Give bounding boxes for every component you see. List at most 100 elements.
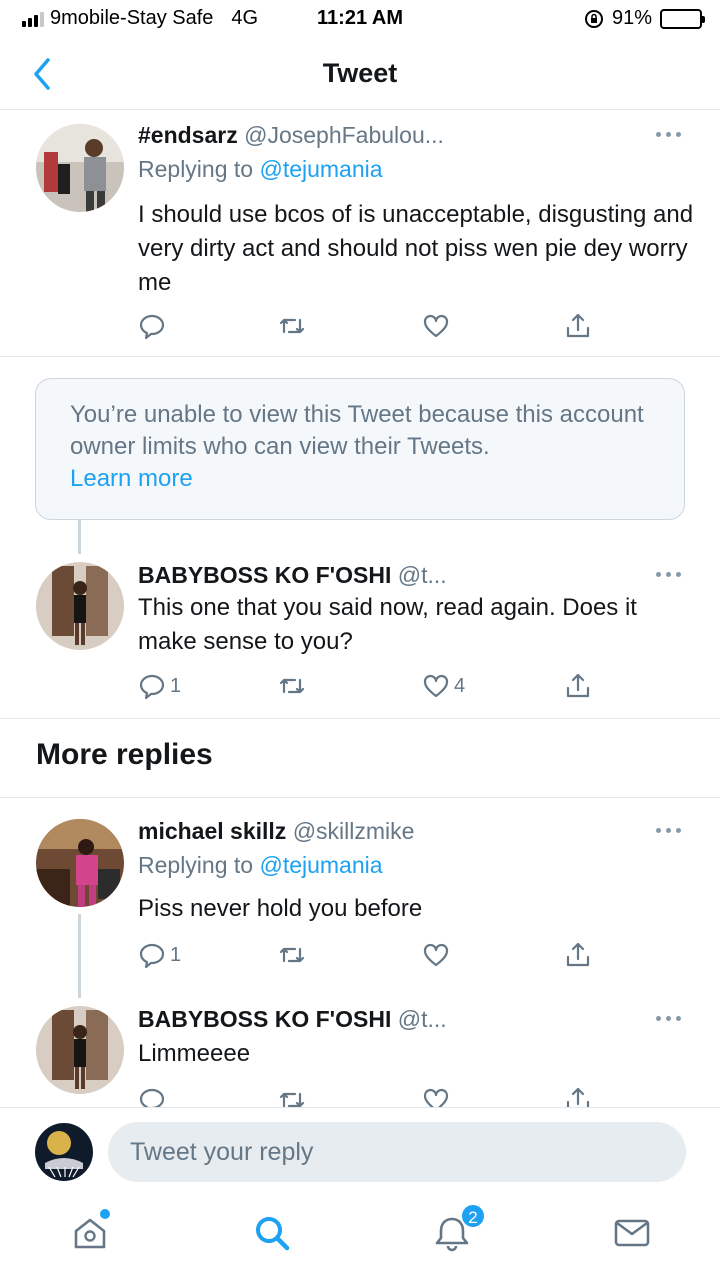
retweet-button[interactable] [278, 939, 306, 971]
tab-notifications[interactable]: 2 [432, 1203, 486, 1253]
reply-button[interactable]: 1 [138, 939, 181, 971]
share-button[interactable] [564, 939, 592, 971]
share-button[interactable] [564, 310, 592, 342]
heart-icon [423, 943, 449, 967]
tab-home[interactable] [70, 1209, 110, 1253]
reply-composer [0, 1107, 720, 1197]
reply-icon [139, 674, 165, 700]
author-handle[interactable]: @t... [398, 562, 447, 588]
home-icon [74, 1218, 106, 1249]
unavailable-tweet-notice: You’re unable to view this Tweet because… [35, 378, 685, 520]
thread-line [78, 520, 81, 554]
tweet-header: #endsarz @JosephFabulou... [138, 122, 444, 149]
retweet-icon [279, 318, 305, 334]
tab-search[interactable] [252, 1213, 292, 1253]
avatar[interactable] [36, 819, 124, 907]
tweet-card[interactable]: michael skillz @skillzmike Replying to @… [0, 798, 720, 998]
tweet-card[interactable]: BABYBOSS KO F'OSHI @t... Limmeeee [0, 1000, 720, 1107]
tab-bar: 2 [0, 1197, 720, 1280]
battery-icon [660, 8, 705, 29]
author-handle[interactable]: @t... [398, 1006, 447, 1032]
reply-button[interactable] [138, 310, 170, 342]
reply-icon [139, 314, 165, 340]
tweet-actions [138, 310, 598, 342]
status-bar: 9mobile-Stay Safe 4G 11:21 AM 91% [0, 0, 720, 40]
author-name[interactable]: michael skillz [138, 818, 286, 844]
author-handle[interactable]: @skillzmike [293, 818, 415, 844]
tweet-text: Piss never hold you before [138, 895, 423, 922]
more-options-icon[interactable] [656, 826, 684, 834]
like-button[interactable] [422, 1084, 450, 1107]
nav-header: Tweet [0, 40, 720, 110]
home-new-dot [100, 1209, 110, 1219]
author-name[interactable]: BABYBOSS KO F'OSHI [138, 562, 391, 588]
like-button[interactable] [422, 939, 450, 971]
avatar[interactable] [36, 124, 124, 212]
replying-to: Replying to @tejumania [138, 852, 383, 879]
reply-count: 1 [170, 674, 182, 697]
share-icon [566, 673, 590, 698]
notifications-badge: 2 [460, 1203, 486, 1229]
author-handle[interactable]: @JosephFabulou... [244, 122, 444, 148]
tweet-actions: 1 [138, 939, 598, 971]
heart-icon [423, 1088, 449, 1107]
divider [0, 356, 720, 357]
page-title: Tweet [322, 58, 398, 88]
tweet-header: BABYBOSS KO F'OSHI @t... [138, 562, 447, 589]
thread-line [78, 914, 81, 998]
more-options-icon[interactable] [656, 570, 684, 578]
retweet-button[interactable] [278, 670, 306, 702]
retweet-icon [279, 1092, 305, 1107]
like-button[interactable] [422, 310, 450, 342]
like-button[interactable]: 4 [422, 670, 465, 702]
retweet-button[interactable] [278, 1084, 306, 1107]
replying-to-link[interactable]: @tejumania [259, 852, 382, 878]
share-icon [566, 942, 590, 967]
search-icon [256, 1217, 290, 1251]
heart-icon [423, 674, 449, 698]
share-icon [566, 1087, 590, 1107]
tweet-card[interactable]: #endsarz @JosephFabulou... Replying to @… [0, 110, 720, 356]
more-options-icon[interactable] [656, 130, 684, 138]
replying-to: Replying to @tejumania [138, 156, 383, 183]
author-name[interactable]: BABYBOSS KO F'OSHI [138, 1006, 391, 1032]
heart-icon [423, 314, 449, 338]
tweet-text: Limmeeee [138, 1040, 251, 1067]
reply-input[interactable] [108, 1122, 686, 1182]
divider [0, 718, 720, 719]
battery-percent: 91% [611, 7, 652, 29]
messages-envelope-icon [614, 1219, 650, 1247]
learn-more-link[interactable]: Learn more [70, 465, 193, 492]
tab-messages[interactable] [612, 1213, 652, 1253]
tweet-card[interactable]: BABYBOSS KO F'OSHI @t... This one that y… [0, 556, 720, 718]
status-right: 91% [584, 7, 705, 30]
tweet-header: BABYBOSS KO F'OSHI @t... [138, 1006, 447, 1033]
tweet-text: I should use bcos of is unacceptable, di… [138, 201, 694, 296]
avatar[interactable] [36, 562, 124, 650]
replying-to-link[interactable]: @tejumania [259, 156, 382, 182]
tweet-text: This one that you said now, read again. … [138, 594, 637, 655]
share-icon [566, 313, 590, 338]
tweet-actions: 1 4 [138, 670, 598, 702]
reply-count: 1 [170, 943, 182, 966]
reply-button[interactable]: 1 [138, 670, 181, 702]
my-avatar[interactable] [35, 1123, 93, 1181]
tweet-header: michael skillz @skillzmike [138, 818, 414, 845]
replying-to-label: Replying to [138, 852, 260, 878]
retweet-icon [279, 947, 305, 963]
share-button[interactable] [564, 1084, 592, 1107]
retweet-button[interactable] [278, 310, 306, 342]
unavailable-message: You’re unable to view this Tweet because… [70, 401, 644, 460]
share-button[interactable] [564, 670, 592, 702]
author-name[interactable]: #endsarz [138, 122, 238, 148]
replying-to-label: Replying to [138, 156, 260, 182]
reply-icon [139, 943, 165, 969]
orientation-lock-icon [584, 9, 603, 28]
more-replies-heading: More replies [36, 738, 213, 771]
reply-button[interactable] [138, 1084, 166, 1107]
like-count: 4 [454, 674, 466, 697]
reply-icon [139, 1088, 165, 1107]
tweet-actions [138, 1084, 598, 1107]
more-options-icon[interactable] [656, 1014, 684, 1022]
avatar[interactable] [36, 1006, 124, 1094]
